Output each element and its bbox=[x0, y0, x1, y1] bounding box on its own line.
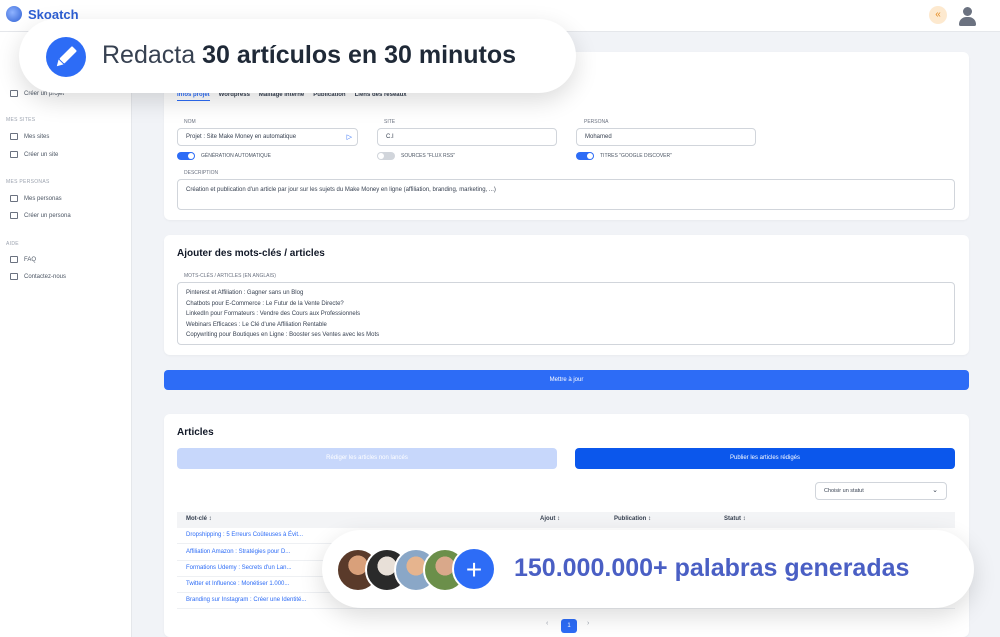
plus-square-icon bbox=[10, 212, 18, 219]
sidebar-item-my-personas[interactable]: Mes personas bbox=[10, 195, 62, 202]
tab-liens[interactable]: Liens des réseaux bbox=[355, 92, 407, 101]
column-status[interactable]: Statut ↕ bbox=[724, 516, 746, 522]
toggle-generation-auto[interactable]: GÉNÉRATION AUTOMATIQUE bbox=[177, 152, 271, 160]
keyword-line: LinkedIn pour Formateurs : Vendre des Co… bbox=[186, 311, 361, 317]
create-articles-button[interactable]: Rédiger les articles non lancés bbox=[177, 448, 557, 469]
chevron-down-icon: ⌄ bbox=[932, 487, 938, 494]
user-avatar-icon[interactable] bbox=[958, 6, 976, 26]
tab-infos-projet[interactable]: Infos projet bbox=[177, 92, 210, 101]
articles-table-header: Mot-clé ↕ Ajout ↕ Publication ↕ Statut ↕ bbox=[177, 512, 955, 528]
persona-input[interactable]: Mohamed bbox=[576, 128, 756, 146]
promo-banner-top: Redacta 30 artículos en 30 minutos bbox=[19, 19, 576, 93]
persona-label: PERSONA bbox=[584, 119, 609, 125]
help-icon bbox=[10, 256, 18, 263]
sidebar-item-my-sites[interactable]: Mes sites bbox=[10, 133, 49, 140]
nom-input[interactable]: Projet : Site Make Money en automatique … bbox=[177, 128, 358, 146]
promo-banner-bottom: + 150.000.000+ palabras generadas bbox=[322, 530, 974, 608]
monitor-icon bbox=[10, 133, 18, 140]
toggle-rss-sources[interactable]: SOURCES "FLUX RSS" bbox=[377, 152, 455, 160]
sidebar-section-personas: MES PERSONAS bbox=[6, 179, 50, 185]
column-added[interactable]: Ajout ↕ bbox=[540, 516, 560, 522]
description-label: DESCRIPTION bbox=[184, 170, 219, 176]
update-button[interactable]: Mettre à jour bbox=[164, 370, 969, 390]
sidebar-item-faq[interactable]: FAQ bbox=[10, 256, 36, 263]
tab-wordpress[interactable]: Wordpress bbox=[219, 92, 250, 101]
articles-title: Articles bbox=[177, 427, 214, 438]
nom-label: NOM bbox=[184, 119, 196, 125]
promo-bottom-text: 150.000.000+ palabras generadas bbox=[514, 554, 910, 582]
site-label: SITE bbox=[384, 119, 396, 125]
pencil-icon bbox=[46, 37, 86, 77]
sidebar-section-help: AIDE bbox=[6, 241, 19, 247]
keyword-line: Copywriting pour Boutiques en Ligne : Bo… bbox=[186, 332, 380, 338]
plus-square-icon bbox=[10, 90, 18, 97]
site-input[interactable]: C.I bbox=[377, 128, 557, 146]
status-select[interactable]: Choisir un statut ⌄ bbox=[815, 482, 947, 500]
logo-icon bbox=[6, 6, 22, 22]
collapse-sidebar-button[interactable]: « bbox=[929, 6, 947, 24]
project-tabs: Infos projet Wordpress Maillage interne … bbox=[177, 92, 407, 101]
sidebar-item-create-site[interactable]: Créer un site bbox=[10, 151, 58, 158]
keyword-line: Chatbots pour E-Commerce : Le Futur de l… bbox=[186, 300, 344, 307]
keyword-line: Webinars Efficaces : Le Clé d'une Affili… bbox=[186, 321, 327, 328]
mail-icon bbox=[10, 273, 18, 280]
column-publication[interactable]: Publication ↕ bbox=[614, 516, 651, 522]
column-keyword[interactable]: Mot-clé ↕ bbox=[186, 516, 212, 522]
tab-publication[interactable]: Publication bbox=[313, 92, 345, 101]
pagination-current[interactable]: 1 bbox=[561, 619, 577, 633]
sidebar-item-contact[interactable]: Contactez-nous bbox=[10, 273, 66, 280]
tab-maillage[interactable]: Maillage interne bbox=[259, 92, 304, 101]
pagination-prev[interactable]: ‹ bbox=[546, 620, 548, 627]
switch-off[interactable] bbox=[377, 152, 395, 160]
keywords-textarea[interactable]: Pinterest et Affiliation : Gagner sans u… bbox=[177, 282, 955, 345]
sidebar: Créer un projet MES SITES Mes sites Crée… bbox=[0, 32, 132, 637]
description-textarea[interactable]: Création et publication d'un article par… bbox=[177, 179, 955, 210]
keywords-label: MOTS-CLÉS / ARTICLES (EN ANGLAIS) bbox=[184, 273, 276, 279]
users-icon bbox=[10, 195, 18, 202]
promo-top-text: Redacta 30 artículos en 30 minutos bbox=[102, 41, 517, 69]
pagination-next[interactable]: › bbox=[587, 620, 589, 627]
sidebar-section-sites: MES SITES bbox=[6, 117, 36, 123]
switch-on[interactable] bbox=[177, 152, 195, 160]
plus-icon: + bbox=[452, 547, 496, 591]
publish-articles-button[interactable]: Publier les articles rédigés bbox=[575, 448, 955, 469]
plus-square-icon bbox=[10, 151, 18, 158]
sidebar-item-create-persona[interactable]: Créer un persona bbox=[10, 212, 71, 219]
keyword-line: Pinterest et Affiliation : Gagner sans u… bbox=[186, 290, 304, 296]
keywords-title: Ajouter des mots-clés / articles bbox=[177, 248, 325, 259]
switch-on[interactable] bbox=[576, 152, 594, 160]
toggle-google-discover[interactable]: TITRES "GOOGLE DISCOVER" bbox=[576, 152, 672, 160]
play-icon[interactable]: ▷ bbox=[347, 133, 352, 141]
